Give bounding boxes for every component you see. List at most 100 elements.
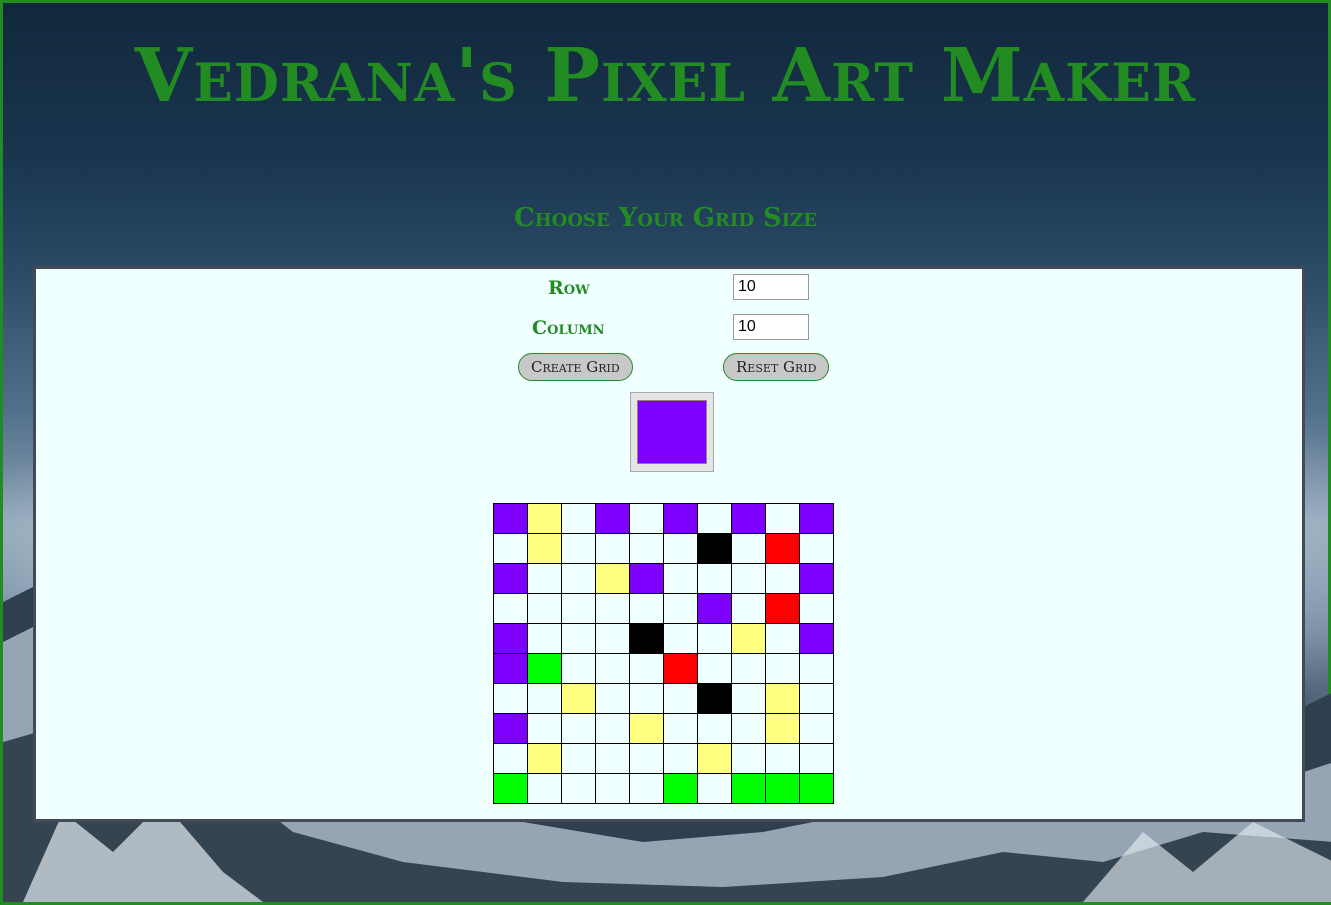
pixel-cell[interactable]	[561, 653, 596, 684]
pixel-cell[interactable]	[799, 533, 834, 564]
pixel-cell[interactable]	[527, 773, 562, 804]
pixel-cell[interactable]	[765, 743, 800, 774]
pixel-cell[interactable]	[527, 713, 562, 744]
pixel-cell[interactable]	[697, 653, 732, 684]
pixel-cell[interactable]	[493, 653, 528, 684]
pixel-cell[interactable]	[731, 593, 766, 624]
pixel-cell[interactable]	[697, 593, 732, 624]
pixel-cell[interactable]	[765, 533, 800, 564]
pixel-cell[interactable]	[765, 653, 800, 684]
pixel-cell[interactable]	[629, 653, 664, 684]
pixel-cell[interactable]	[527, 683, 562, 714]
pixel-cell[interactable]	[697, 533, 732, 564]
pixel-cell[interactable]	[697, 743, 732, 774]
create-grid-button[interactable]: Create Grid	[518, 353, 633, 381]
pixel-cell[interactable]	[561, 713, 596, 744]
pixel-cell[interactable]	[731, 563, 766, 594]
pixel-cell[interactable]	[765, 683, 800, 714]
pixel-cell[interactable]	[493, 623, 528, 654]
pixel-cell[interactable]	[799, 683, 834, 714]
pixel-cell[interactable]	[697, 713, 732, 744]
column-input[interactable]	[733, 314, 809, 340]
pixel-cell[interactable]	[595, 653, 630, 684]
pixel-cell[interactable]	[629, 773, 664, 804]
reset-grid-button[interactable]: Reset Grid	[723, 353, 830, 381]
pixel-cell[interactable]	[799, 653, 834, 684]
pixel-cell[interactable]	[697, 563, 732, 594]
pixel-cell[interactable]	[765, 773, 800, 804]
pixel-cell[interactable]	[629, 623, 664, 654]
pixel-cell[interactable]	[731, 743, 766, 774]
pixel-cell[interactable]	[765, 503, 800, 534]
pixel-cell[interactable]	[493, 503, 528, 534]
pixel-cell[interactable]	[799, 773, 834, 804]
pixel-cell[interactable]	[731, 623, 766, 654]
pixel-cell[interactable]	[799, 563, 834, 594]
pixel-cell[interactable]	[629, 593, 664, 624]
pixel-cell[interactable]	[663, 743, 698, 774]
pixel-cell[interactable]	[663, 683, 698, 714]
pixel-cell[interactable]	[561, 623, 596, 654]
pixel-cell[interactable]	[799, 503, 834, 534]
pixel-cell[interactable]	[527, 533, 562, 564]
pixel-cell[interactable]	[493, 713, 528, 744]
pixel-cell[interactable]	[527, 653, 562, 684]
pixel-cell[interactable]	[765, 623, 800, 654]
pixel-cell[interactable]	[595, 623, 630, 654]
pixel-cell[interactable]	[663, 563, 698, 594]
pixel-cell[interactable]	[663, 653, 698, 684]
pixel-cell[interactable]	[527, 503, 562, 534]
pixel-cell[interactable]	[697, 683, 732, 714]
pixel-cell[interactable]	[765, 593, 800, 624]
pixel-cell[interactable]	[697, 623, 732, 654]
pixel-cell[interactable]	[765, 563, 800, 594]
pixel-cell[interactable]	[663, 533, 698, 564]
pixel-cell[interactable]	[493, 593, 528, 624]
pixel-cell[interactable]	[493, 773, 528, 804]
pixel-cell[interactable]	[799, 713, 834, 744]
pixel-cell[interactable]	[493, 533, 528, 564]
pixel-cell[interactable]	[561, 743, 596, 774]
pixel-cell[interactable]	[731, 683, 766, 714]
pixel-cell[interactable]	[493, 683, 528, 714]
pixel-cell[interactable]	[595, 533, 630, 564]
pixel-cell[interactable]	[663, 713, 698, 744]
pixel-cell[interactable]	[663, 503, 698, 534]
pixel-cell[interactable]	[595, 503, 630, 534]
pixel-cell[interactable]	[731, 533, 766, 564]
pixel-cell[interactable]	[663, 623, 698, 654]
pixel-cell[interactable]	[595, 773, 630, 804]
pixel-cell[interactable]	[697, 773, 732, 804]
pixel-cell[interactable]	[561, 533, 596, 564]
pixel-cell[interactable]	[561, 563, 596, 594]
pixel-cell[interactable]	[697, 503, 732, 534]
pixel-cell[interactable]	[663, 593, 698, 624]
pixel-cell[interactable]	[561, 503, 596, 534]
pixel-cell[interactable]	[799, 593, 834, 624]
pixel-cell[interactable]	[799, 743, 834, 774]
pixel-cell[interactable]	[731, 713, 766, 744]
pixel-cell[interactable]	[765, 713, 800, 744]
pixel-cell[interactable]	[527, 623, 562, 654]
pixel-cell[interactable]	[663, 773, 698, 804]
pixel-cell[interactable]	[561, 593, 596, 624]
pixel-cell[interactable]	[527, 593, 562, 624]
color-picker[interactable]	[630, 392, 714, 472]
pixel-cell[interactable]	[493, 563, 528, 594]
pixel-cell[interactable]	[799, 623, 834, 654]
pixel-cell[interactable]	[731, 503, 766, 534]
pixel-cell[interactable]	[595, 743, 630, 774]
pixel-cell[interactable]	[561, 683, 596, 714]
pixel-cell[interactable]	[629, 683, 664, 714]
pixel-cell[interactable]	[493, 743, 528, 774]
row-input[interactable]	[733, 274, 809, 300]
pixel-cell[interactable]	[561, 773, 596, 804]
pixel-cell[interactable]	[629, 743, 664, 774]
pixel-cell[interactable]	[595, 713, 630, 744]
pixel-cell[interactable]	[629, 563, 664, 594]
pixel-cell[interactable]	[527, 563, 562, 594]
pixel-cell[interactable]	[595, 683, 630, 714]
pixel-cell[interactable]	[629, 503, 664, 534]
pixel-cell[interactable]	[629, 713, 664, 744]
pixel-cell[interactable]	[595, 563, 630, 594]
